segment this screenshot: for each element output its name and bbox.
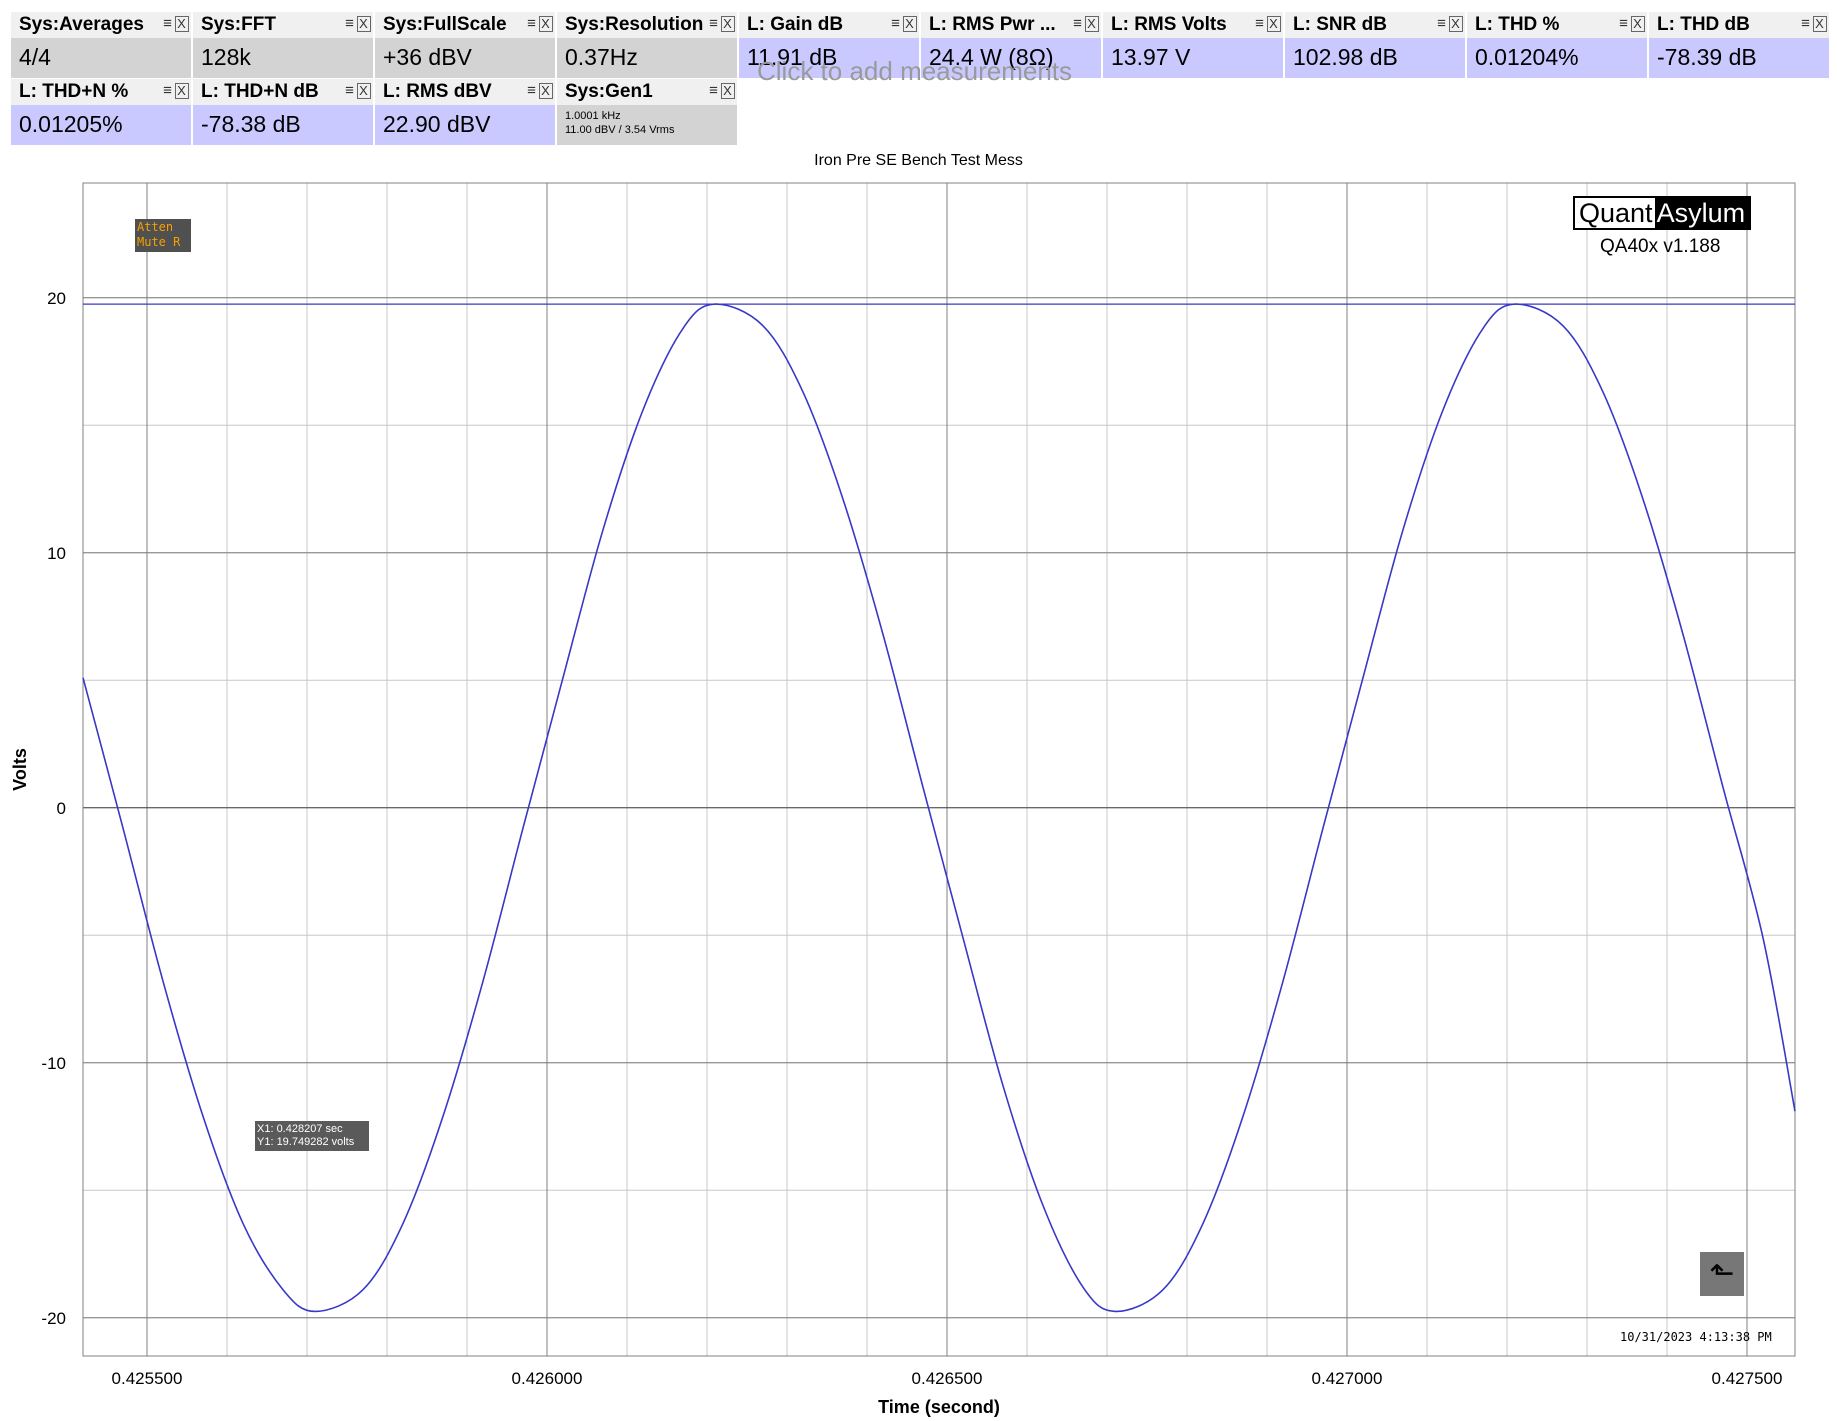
mute-label: Mute R xyxy=(137,235,181,249)
time-domain-plot[interactable]: 0.425500 0.426000 0.426500 0.427000 0.427500… xyxy=(0,0,1837,1421)
cursor-readout: X1: 0.428207 sec Y1: 19.749282 volts xyxy=(255,1121,369,1151)
y-tick-label: 20 xyxy=(47,289,66,308)
cursor-y-value: Y1: 19.749282 volts xyxy=(257,1136,355,1148)
return-arrow-icon: ⬑ xyxy=(1709,1257,1735,1290)
logo-text-asylum: Asylum xyxy=(1654,198,1750,228)
quantasylum-logo: Quant Asylum xyxy=(1573,196,1752,230)
y-tick-label: 10 xyxy=(47,544,66,563)
x-tick-label: 0.425500 xyxy=(112,1369,183,1388)
x-tick-label: 0.426500 xyxy=(912,1369,983,1388)
back-button[interactable]: ⬑ xyxy=(1700,1252,1744,1296)
atten-mute-badge: Atten Mute R xyxy=(135,219,191,252)
version-label: QA40x v1.188 xyxy=(1600,236,1721,257)
y-tick-label: -20 xyxy=(41,1309,66,1328)
atten-label: Atten xyxy=(137,220,174,234)
y-axis-title: Volts xyxy=(10,748,30,791)
x-axis-title: Time (second) xyxy=(878,1397,1000,1417)
y-tick-label: 0 xyxy=(57,799,66,818)
x-tick-label: 0.427000 xyxy=(1312,1369,1383,1388)
y-tick-label: -10 xyxy=(41,1054,66,1073)
x-tick-label: 0.426000 xyxy=(512,1369,583,1388)
timestamp: 10/31/2023 4:13:38 PM xyxy=(1620,1330,1772,1344)
logo-text-quant: Quant xyxy=(1575,198,1655,228)
plot-frame xyxy=(82,182,1796,1357)
x-tick-label: 0.427500 xyxy=(1712,1369,1783,1388)
cursor-x-value: X1: 0.428207 sec xyxy=(257,1123,343,1135)
